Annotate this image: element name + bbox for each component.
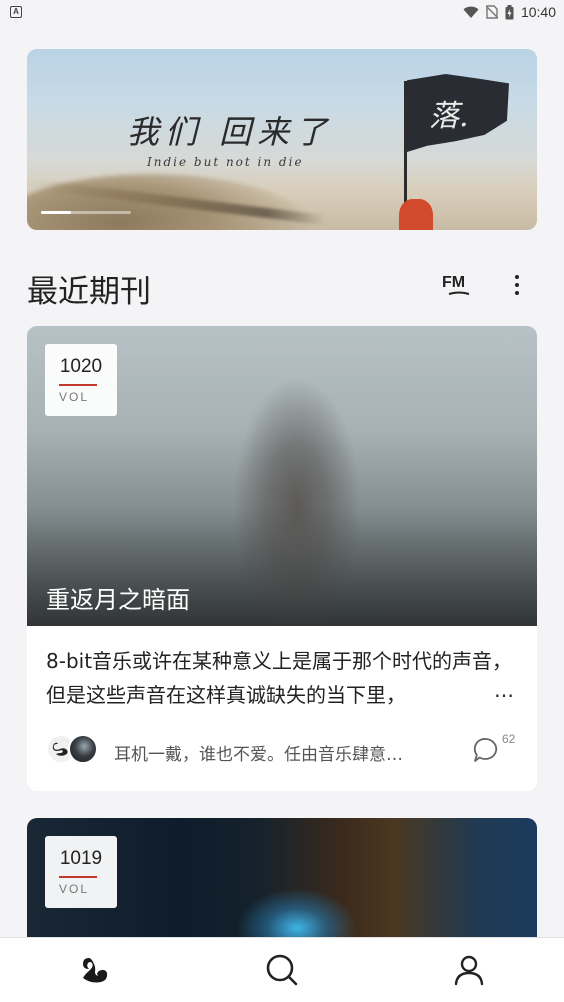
tab-profile[interactable] xyxy=(449,950,489,990)
tab-search[interactable] xyxy=(262,950,302,990)
vol-divider xyxy=(59,384,97,386)
section-title: 最近期刊 xyxy=(27,274,151,310)
vol-badge: 1020 VOL xyxy=(45,344,117,416)
vol-label: VOL xyxy=(59,390,90,404)
notification-a-icon: A xyxy=(10,6,22,18)
status-time: 10:40 xyxy=(520,4,556,20)
avatar-user xyxy=(68,734,98,764)
fm-button[interactable]: FM xyxy=(441,270,477,300)
section-header: 最近期刊 FM xyxy=(27,262,537,310)
issue-description: 8-bit音乐或许在某种意义上是属于那个时代的声音，但是这些声音在这样真诚缺失的… xyxy=(46,649,513,707)
issue-meta-row: 耳机一戴，谁也不爱。任由音乐肆意… 62 xyxy=(46,732,522,772)
vol-number: 1019 xyxy=(59,848,103,869)
search-icon xyxy=(266,954,298,986)
home-swan-icon xyxy=(83,958,108,983)
profile-icon xyxy=(454,955,484,986)
banner-subtitle: Indie but not in die xyxy=(147,155,304,169)
no-sim-icon xyxy=(485,5,498,19)
wifi-icon xyxy=(463,6,479,18)
description-ellipsis: … xyxy=(494,678,514,702)
vol-badge: 1019 VOL xyxy=(45,836,117,908)
issue-card[interactable]: 1019 VOL xyxy=(27,818,537,948)
banner-title: 我们 回来了 xyxy=(127,113,334,151)
status-bar-left: A xyxy=(10,6,22,18)
issue-title: 重返月之暗面 xyxy=(46,586,190,614)
fm-icon: FM xyxy=(442,274,470,295)
more-dot xyxy=(515,283,519,287)
banner-carousel[interactable]: 我们 回来了 Indie but not in die 落. xyxy=(27,49,537,230)
flag-text: 落. xyxy=(429,99,469,134)
fm-label: FM xyxy=(442,274,465,291)
vol-divider xyxy=(59,876,97,878)
more-button[interactable] xyxy=(505,270,529,300)
more-dot xyxy=(515,291,519,295)
comment-count: 62 xyxy=(502,732,516,746)
status-bar-right: 10:40 xyxy=(463,4,556,20)
comment-icon xyxy=(473,738,498,762)
issue-meta-text: 耳机一戴，谁也不爱。任由音乐肆意… xyxy=(114,745,403,765)
carousel-indicator xyxy=(41,211,131,214)
tab-home[interactable] xyxy=(74,950,114,990)
more-dot xyxy=(515,275,519,279)
bottom-tab-bar xyxy=(0,937,564,1002)
hand-image xyxy=(399,199,433,230)
comment-button[interactable] xyxy=(472,736,500,764)
status-bar: A 10:40 xyxy=(0,0,564,24)
carousel-indicator-active xyxy=(41,211,71,214)
vol-label: VOL xyxy=(59,882,90,896)
vol-number: 1020 xyxy=(59,356,103,377)
issue-card[interactable]: 1020 VOL 重返月之暗面 8-bit音乐或许在某种意义上是属于那个时代的声… xyxy=(27,326,537,791)
battery-icon xyxy=(505,4,514,19)
